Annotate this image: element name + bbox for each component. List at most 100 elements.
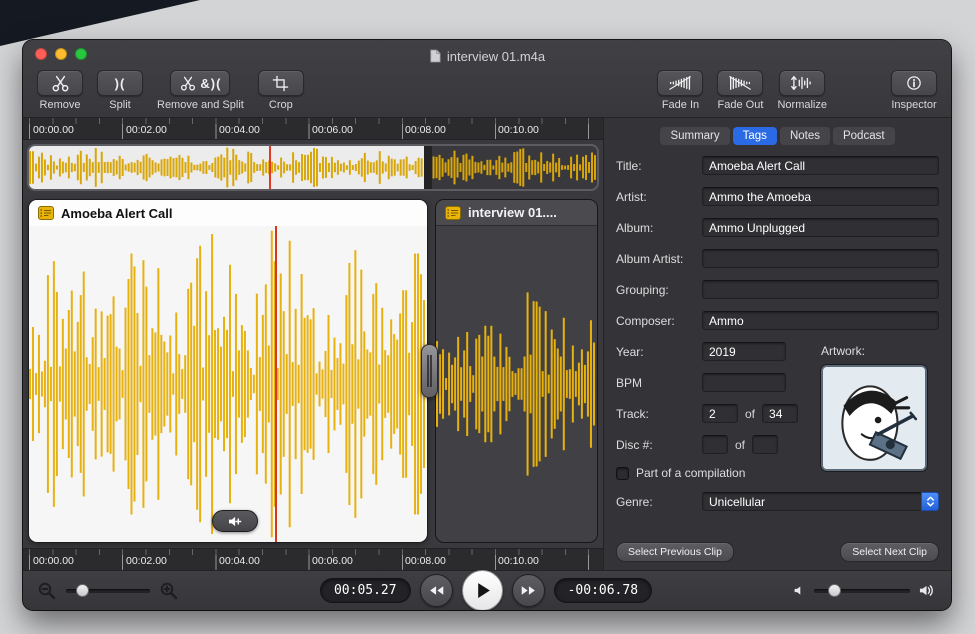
artwork-image[interactable] [821, 365, 927, 471]
split-button[interactable]: )( Split [97, 70, 143, 111]
select-next-clip-button[interactable]: Select Next Clip [840, 542, 939, 562]
track-number-field[interactable]: 2 [702, 404, 738, 423]
zoom-slider-knob[interactable] [76, 584, 89, 597]
bpm-label: BPM [616, 376, 702, 390]
ruler-label: 00:08.00 [405, 555, 446, 567]
genre-dropdown[interactable]: Unicellular [702, 492, 939, 511]
field-row-title: Title: Amoeba Alert Call [616, 156, 939, 175]
clip-header[interactable]: Amoeba Alert Call [29, 200, 427, 226]
speaker-plus-icon [227, 515, 244, 528]
crop-button[interactable]: Crop [258, 70, 304, 111]
fast-forward-button[interactable] [512, 574, 545, 607]
fade-out-button[interactable]: Fade Out [717, 70, 763, 111]
disc-of-label: of [735, 438, 745, 452]
bpm-field[interactable] [702, 373, 786, 392]
album-artist-field[interactable] [702, 249, 939, 268]
speaker-loud-icon[interactable] [918, 583, 935, 598]
volume-controls [759, 583, 935, 598]
remove-and-split-button[interactable]: &)( Remove and Split [157, 70, 244, 111]
year-label: Year: [616, 345, 702, 359]
audio-file-icon [38, 206, 54, 220]
speaker-low-icon[interactable] [793, 584, 806, 597]
artist-field[interactable]: Ammo the Amoeba [702, 187, 939, 206]
clip-nav-buttons: Select Previous Clip Select Next Clip [616, 542, 939, 564]
play-icon [473, 582, 491, 599]
close-button[interactable] [35, 48, 47, 60]
zoom-in-icon[interactable] [159, 581, 179, 601]
play-button[interactable] [462, 570, 503, 610]
remove-button[interactable]: Remove [37, 70, 83, 111]
grouping-field[interactable] [702, 280, 939, 299]
overview-wrap [23, 140, 603, 194]
ruler-label: 00:10.00 [498, 555, 539, 567]
crop-label: Crop [269, 99, 293, 111]
fade-out-icon [728, 74, 753, 92]
crop-icon [272, 75, 289, 92]
inspector-button[interactable]: Inspector [891, 70, 937, 111]
album-field[interactable]: Ammo Unplugged [702, 218, 939, 237]
lower-fields: Year: 2019 BPM Track: 2 of 34 Disc #: [616, 342, 821, 492]
title-label: Title: [616, 159, 702, 173]
clip-split-handle[interactable] [421, 344, 438, 398]
remove-label: Remove [40, 99, 81, 111]
clip-waveform[interactable] [29, 226, 427, 542]
tab-podcast[interactable]: Podcast [833, 127, 895, 145]
clip-amoeba-alert-call[interactable]: Amoeba Alert Call [28, 199, 428, 543]
zoom-slider[interactable] [66, 589, 150, 593]
compilation-row: Part of a compilation [616, 466, 813, 480]
window-title: interview 01.m4a [447, 49, 545, 64]
clip-waveform[interactable] [436, 226, 597, 542]
disc-total-field[interactable] [752, 435, 778, 454]
inspector-label: Inspector [891, 99, 936, 111]
volume-slider-knob[interactable] [828, 584, 841, 597]
year-field[interactable]: 2019 [702, 342, 786, 361]
tab-summary[interactable]: Summary [660, 127, 729, 145]
zoom-button[interactable] [75, 48, 87, 60]
timeline-ruler-top[interactable]: 00:00.00 00:02.00 00:04.00 00:06.00 00:0… [23, 118, 603, 140]
track-total-field[interactable]: 34 [762, 404, 798, 423]
normalize-button[interactable]: Normalize [777, 70, 827, 111]
field-row-artist: Artist: Ammo the Amoeba [616, 187, 939, 206]
zoom-out-icon[interactable] [37, 581, 57, 601]
clip-interview[interactable]: interview 01.... [435, 199, 598, 543]
elapsed-time-display: 00:05.27 [320, 578, 411, 603]
field-row-track: Track: 2 of 34 [616, 404, 813, 423]
clip-gain-control[interactable] [212, 510, 258, 532]
document-icon [429, 49, 441, 63]
window-title-group: interview 01.m4a [429, 45, 545, 64]
timeline-ruler-bottom[interactable]: 00:00.00 00:02.00 00:04.00 00:06.00 00:0… [23, 548, 603, 570]
toolbar: Remove )( Split &)( Remove and Split [23, 68, 951, 117]
disc-number-field[interactable] [702, 435, 728, 454]
minimize-button[interactable] [55, 48, 67, 60]
editor-column: 00:00.00 00:02.00 00:04.00 00:06.00 00:0… [23, 118, 603, 570]
field-row-album: Album: Ammo Unplugged [616, 218, 939, 237]
clip-header[interactable]: interview 01.... [436, 200, 597, 226]
content-area: 00:00.00 00:02.00 00:04.00 00:06.00 00:0… [23, 118, 951, 570]
rewind-button[interactable] [420, 574, 453, 607]
title-field[interactable]: Amoeba Alert Call [702, 156, 939, 175]
artist-label: Artist: [616, 190, 702, 204]
grouping-label: Grouping: [616, 283, 702, 297]
ruler-label: 00:04.00 [219, 555, 260, 567]
chevron-up-down-icon[interactable] [921, 492, 939, 511]
select-previous-clip-button[interactable]: Select Previous Clip [616, 542, 734, 562]
overview-playhead[interactable] [269, 146, 271, 189]
zoom-controls [37, 581, 213, 601]
playhead[interactable] [275, 226, 277, 542]
waveform-overview[interactable] [27, 144, 599, 191]
fade-in-button[interactable]: Fade In [657, 70, 703, 111]
compilation-label: Part of a compilation [636, 466, 745, 480]
scissors-icon [179, 76, 197, 91]
toolbar-edit-group: Remove )( Split &)( Remove and Split [37, 70, 304, 111]
tab-notes[interactable]: Notes [780, 127, 830, 145]
ruler-label: 00:02.00 [126, 124, 167, 136]
tab-tags[interactable]: Tags [733, 127, 777, 145]
fast-forward-icon [520, 585, 537, 596]
compilation-checkbox[interactable] [616, 467, 629, 480]
volume-slider[interactable] [814, 589, 910, 593]
toolbar-effects-group: Fade In Fade Out Normalize [657, 70, 827, 111]
info-icon [905, 74, 923, 92]
composer-field[interactable]: Ammo [702, 311, 939, 330]
field-row-disc: Disc #: of [616, 435, 813, 454]
ruler-label: 00:06.00 [312, 555, 353, 567]
